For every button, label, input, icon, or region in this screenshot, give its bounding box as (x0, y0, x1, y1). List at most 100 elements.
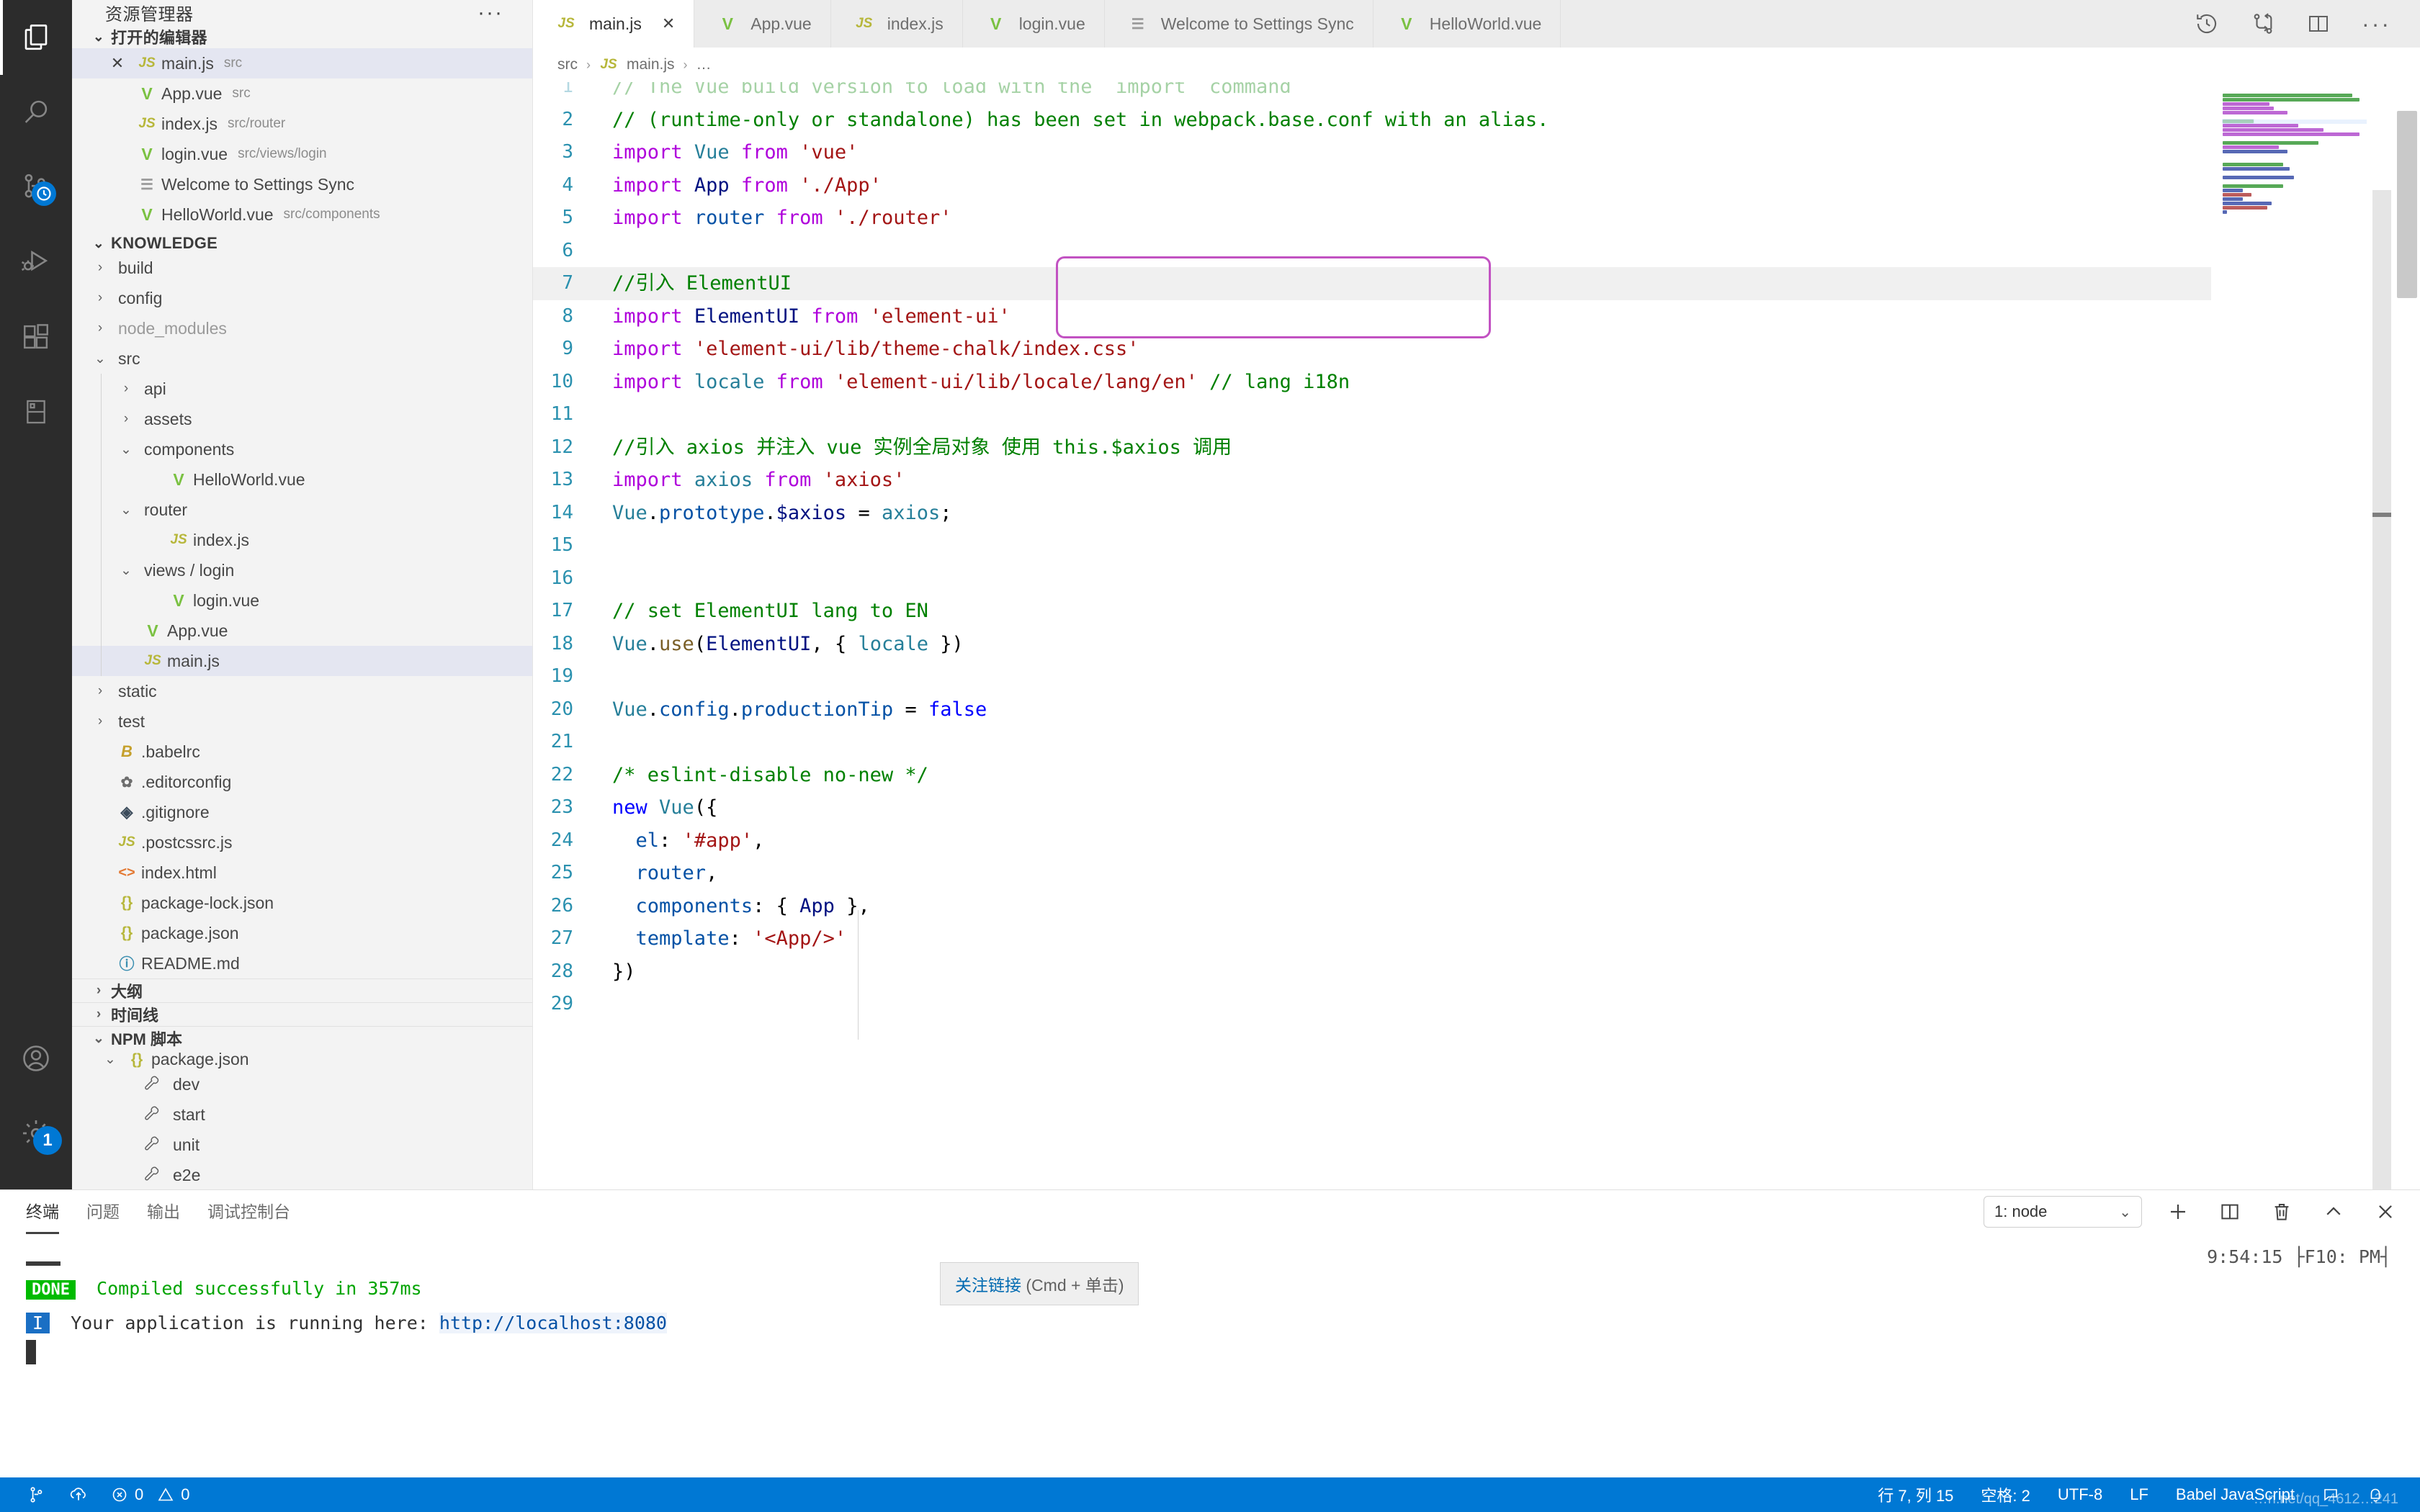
timeline-icon[interactable] (2195, 12, 2219, 36)
tree-folder[interactable]: › test (72, 706, 532, 737)
maximize-panel-icon[interactable] (2318, 1196, 2349, 1228)
code-line[interactable]: 24 el: '#app', (533, 824, 2420, 858)
tree-folder[interactable]: › api (72, 374, 532, 404)
tree-file[interactable]: JS .postcssrc.js (72, 827, 532, 858)
status-cursor-position[interactable]: 行 7, 列 15 (1866, 1477, 1965, 1512)
editor-scrollbar[interactable] (2391, 82, 2420, 1189)
code-line[interactable]: 27 template: '<App/>' (533, 922, 2420, 955)
editor-tab[interactable]: V HelloWorld.vue (1373, 0, 1561, 48)
minimap-slider[interactable] (2372, 190, 2391, 1189)
code-line[interactable]: 9 import 'element-ui/lib/theme-chalk/inde… (533, 333, 2420, 366)
code-line[interactable]: 1 // The Vue build version to load with t… (533, 82, 2420, 104)
chevron-right-icon[interactable]: › (88, 260, 112, 276)
minimap[interactable] (2211, 82, 2391, 1189)
chevron-right-icon[interactable]: › (88, 683, 112, 699)
activity-item-search[interactable] (0, 75, 72, 150)
code-line[interactable]: 29 (533, 988, 2420, 1021)
panel-tab[interactable]: 问题 (86, 1198, 120, 1227)
code-line[interactable]: 13 import axios from 'axios' (533, 464, 2420, 497)
running-url[interactable]: http://localhost:8080 (439, 1313, 667, 1333)
source-control-icon[interactable] (2251, 12, 2275, 36)
close-tab-icon[interactable]: ✕ (662, 14, 675, 33)
tree-file[interactable]: V HelloWorld.vue (72, 464, 532, 495)
split-terminal-icon[interactable] (2214, 1196, 2246, 1228)
tree-file[interactable]: ✿ .editorconfig (72, 767, 532, 797)
npm-script-item[interactable]: dev (72, 1069, 532, 1099)
tree-folder[interactable]: › assets (72, 404, 532, 434)
breadcrumb-item-symbol[interactable]: … (696, 56, 712, 73)
code-line[interactable]: 5 import router from './router' (533, 202, 2420, 235)
status-eol[interactable]: LF (2118, 1477, 2160, 1512)
code-line[interactable]: 23 new Vue({ (533, 791, 2420, 824)
status-indentation[interactable]: 空格: 2 (1969, 1477, 2041, 1512)
section-timeline[interactable]: › 时间线 (72, 1002, 532, 1026)
feedback-icon[interactable] (2311, 1477, 2351, 1512)
code-line[interactable]: 22 /* eslint-disable no-new */ (533, 759, 2420, 792)
code-line[interactable]: 20 Vue.config.productionTip = false (533, 693, 2420, 726)
breadcrumb-item-src[interactable]: src (557, 56, 578, 73)
npm-script-item[interactable]: start (72, 1099, 532, 1130)
code-line[interactable]: 11 (533, 398, 2420, 431)
code-line[interactable]: 3 import Vue from 'vue' (533, 136, 2420, 169)
code-line[interactable]: 6 (533, 235, 2420, 268)
sidebar-more-icon[interactable]: ··· (478, 1, 503, 23)
code-line[interactable]: 2 // (runtime-only or standalone) has bee… (533, 104, 2420, 137)
activity-item-run-debug[interactable] (0, 225, 72, 300)
activity-item-manage[interactable]: 1 (0, 1096, 72, 1171)
activity-item-accounts[interactable] (0, 1021, 72, 1096)
terminal-output[interactable]: DONE Compiled successfully in 357ms I Yo… (0, 1235, 2420, 1368)
editor-tab[interactable]: Vlogin.vue (962, 0, 1105, 48)
kill-terminal-icon[interactable] (2266, 1196, 2298, 1228)
section-knowledge[interactable]: ⌄ KNOWLEDGE (72, 234, 532, 253)
open-editor-item[interactable]: JS index.js src/router (72, 109, 532, 139)
activity-item-source-control[interactable] (0, 150, 72, 225)
activity-item-explorer[interactable] (0, 0, 72, 75)
code-line[interactable]: 17 // set ElementUI lang to EN (533, 595, 2420, 628)
tree-file[interactable]: ◈ .gitignore (72, 797, 532, 827)
editor-tab[interactable]: ☰ Welcome to Settings Sync (1104, 0, 1373, 48)
panel-tab[interactable]: 输出 (147, 1198, 180, 1227)
code-line[interactable]: 12 //引入 axios 并注入 vue 实例全局对象 使用 this.$axi… (533, 431, 2420, 464)
panel-tab[interactable]: 终端 (26, 1198, 59, 1234)
breadcrumb-item-file[interactable]: main.js (627, 56, 675, 73)
section-npm-scripts[interactable]: ⌄ NPM 脚本 (72, 1026, 532, 1050)
chevron-right-icon[interactable]: › (88, 714, 112, 729)
open-editor-item[interactable]: V HelloWorld.vue src/components (72, 199, 532, 230)
code-line[interactable]: 28}) (533, 955, 2420, 989)
more-actions-icon[interactable]: ··· (2362, 12, 2391, 35)
editor-tab[interactable]: JS main.js ✕ (533, 0, 695, 48)
code-line[interactable]: 26 components: { App }, (533, 890, 2420, 923)
code-line[interactable]: 15 (533, 529, 2420, 562)
new-terminal-icon[interactable] (2162, 1196, 2194, 1228)
code-line[interactable]: 21 (533, 726, 2420, 759)
tree-file[interactable]: <> index.html (72, 858, 532, 888)
code-line[interactable]: 4 import App from './App' (533, 169, 2420, 202)
status-branch[interactable] (16, 1477, 58, 1512)
chevron-down-icon[interactable]: ⌄ (88, 351, 112, 367)
chevron-right-icon[interactable]: › (114, 411, 138, 427)
status-sync[interactable] (58, 1477, 99, 1512)
chevron-right-icon[interactable]: › (114, 381, 138, 397)
chevron-down-icon[interactable]: ⌄ (114, 562, 138, 579)
npm-script-item[interactable]: unit (72, 1130, 532, 1160)
npm-script-item[interactable]: e2e (72, 1160, 532, 1189)
code-line[interactable]: 10 import locale from 'element-ui/lib/loc… (533, 366, 2420, 399)
minimap-thumb[interactable] (2372, 513, 2391, 517)
npm-package-node[interactable]: ⌄ {} package.json (72, 1050, 532, 1069)
bell-icon[interactable] (2355, 1477, 2396, 1512)
tree-folder[interactable]: ⌄ views / login (72, 555, 532, 585)
status-language-mode[interactable]: Babel JavaScript (2164, 1477, 2306, 1512)
code-line[interactable]: 16 (533, 562, 2420, 595)
chevron-right-icon[interactable]: › (88, 290, 112, 306)
terminal-select[interactable]: 1: node ⌄ (1984, 1196, 2142, 1228)
tree-file[interactable]: B .babelrc (72, 737, 532, 767)
code-line[interactable]: 25 router, (533, 857, 2420, 890)
open-editor-item[interactable]: ✕ JS main.js src (72, 48, 532, 78)
editor-scrollbar-thumb[interactable] (2397, 111, 2417, 298)
tree-folder[interactable]: › build (72, 253, 532, 283)
split-editor-icon[interactable] (2307, 12, 2330, 35)
tree-folder[interactable]: ⌄ src (72, 343, 532, 374)
panel-tab[interactable]: 调试控制台 (207, 1198, 290, 1227)
status-encoding[interactable]: UTF-8 (2046, 1477, 2114, 1512)
status-problems[interactable]: 0 0 (99, 1477, 202, 1512)
